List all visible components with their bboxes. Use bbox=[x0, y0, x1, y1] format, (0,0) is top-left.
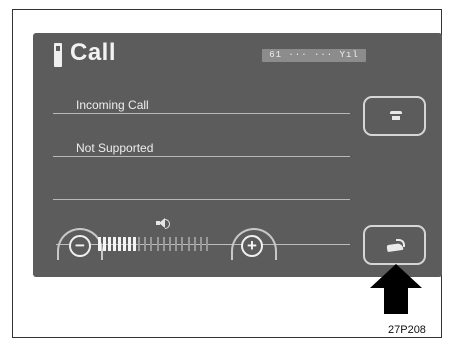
volume-segment bbox=[187, 237, 190, 251]
phone-icon bbox=[386, 239, 405, 253]
pointer-arrow-icon bbox=[370, 264, 422, 314]
volume-segment bbox=[103, 237, 106, 251]
volume-segment bbox=[162, 237, 165, 251]
volume-segment bbox=[123, 237, 126, 251]
row-divider bbox=[53, 113, 350, 114]
volume-segment bbox=[98, 237, 101, 251]
volume-segment bbox=[118, 237, 121, 251]
volume-segment bbox=[133, 237, 136, 251]
volume-segment bbox=[113, 237, 116, 251]
volume-segment bbox=[200, 237, 202, 251]
row-label-incoming: Incoming Call bbox=[76, 98, 149, 112]
volume-segment bbox=[206, 237, 209, 251]
hold-button[interactable] bbox=[363, 96, 426, 136]
volume-segment bbox=[128, 237, 131, 251]
call-button[interactable] bbox=[363, 225, 426, 265]
volume-segment bbox=[169, 237, 171, 251]
row-divider bbox=[53, 156, 350, 157]
volume-segment bbox=[144, 237, 147, 251]
row-label-status: Not Supported bbox=[76, 141, 154, 155]
status-bar: 61 ··· ··· Yıl bbox=[262, 49, 366, 62]
volume-segment bbox=[150, 237, 153, 251]
volume-segment bbox=[175, 237, 178, 251]
figure-caption: 27P208 bbox=[388, 324, 426, 336]
volume-segment bbox=[193, 237, 196, 251]
volume-segment bbox=[138, 237, 140, 251]
phone-handset-icon bbox=[54, 43, 62, 67]
hold-icon bbox=[389, 111, 403, 121]
row-divider bbox=[53, 199, 350, 200]
volume-up-button[interactable]: + bbox=[241, 235, 263, 257]
page-title: Call bbox=[70, 39, 117, 66]
volume-segment bbox=[108, 237, 111, 251]
volume-down-button[interactable]: − bbox=[69, 235, 91, 257]
volume-segment bbox=[156, 237, 159, 251]
volume-segment bbox=[181, 237, 184, 251]
speaker-icon bbox=[156, 218, 170, 229]
